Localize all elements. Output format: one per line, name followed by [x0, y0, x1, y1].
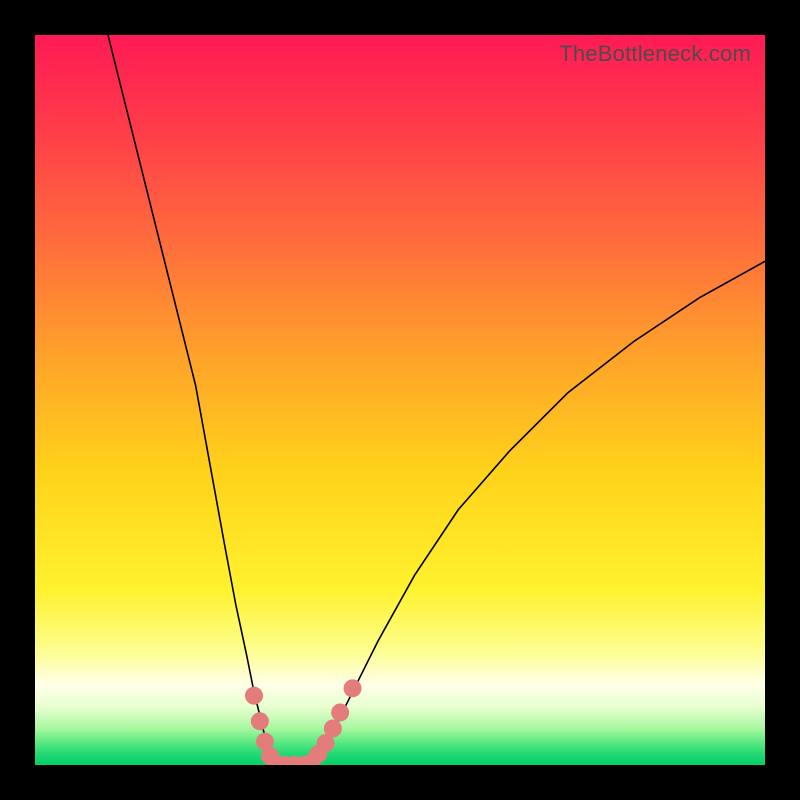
marker-dot: [324, 720, 342, 738]
curve-svg: [35, 35, 765, 765]
marker-dot: [251, 712, 269, 730]
plot-area: TheBottleneck.com: [35, 35, 765, 765]
chart-frame: TheBottleneck.com: [0, 0, 800, 800]
marker-dot: [331, 703, 349, 721]
marker-group: [245, 679, 362, 765]
marker-dot: [245, 687, 263, 705]
bottleneck-curve: [108, 35, 765, 765]
marker-dot: [344, 679, 362, 697]
